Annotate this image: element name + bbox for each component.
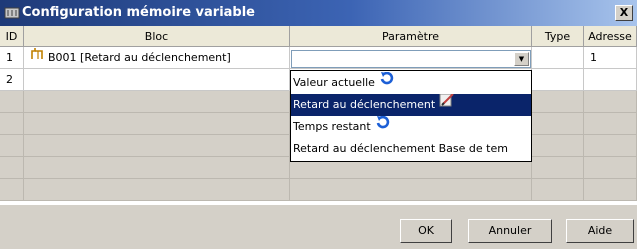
column-header-adresse[interactable]: Adresse (584, 26, 637, 47)
ok-button[interactable]: OK (400, 219, 452, 243)
option-retard-base-temps[interactable]: Retard au déclenchement Base de tem (291, 138, 531, 160)
option-label: Valeur actuelle (293, 76, 375, 89)
window-title: Configuration mémoire variable (22, 5, 256, 20)
option-label: Temps restant (293, 120, 371, 133)
row-bloc-label: B001 [Retard au déclenchement] (48, 51, 231, 64)
config-dialog: Configuration mémoire variable X ID Bloc… (0, 0, 637, 249)
option-retard-declenchement[interactable]: Retard au déclenchement (291, 94, 531, 116)
column-header-type[interactable]: Type (532, 26, 584, 47)
title-bar[interactable]: Configuration mémoire variable X (0, 0, 637, 26)
row-id: 1 (0, 47, 24, 69)
chevron-down-icon[interactable]: ▼ (514, 52, 529, 66)
parametre-combo[interactable]: ▼ (291, 50, 531, 68)
option-label: Retard au déclenchement (293, 98, 436, 111)
empty-row (0, 179, 637, 201)
app-icon (4, 5, 20, 21)
row-type (532, 69, 584, 91)
row-id: 2 (0, 69, 24, 91)
refresh-icon (375, 116, 391, 138)
option-valeur-actuelle[interactable]: Valeur actuelle (291, 72, 531, 94)
row-adresse (584, 69, 637, 91)
option-temps-restant[interactable]: Temps restant (291, 116, 531, 138)
column-header-bloc[interactable]: Bloc (24, 26, 290, 47)
parametre-dropdown-list: Valeur actuelle Retard au déclenchement … (290, 70, 532, 162)
row-adresse: 1 (584, 47, 637, 69)
row-type (532, 47, 584, 69)
row-bloc: B001 [Retard au déclenchement] (24, 47, 290, 69)
option-label: Retard au déclenchement Base de tem (293, 142, 508, 155)
column-header-parametre[interactable]: Paramètre (290, 26, 532, 47)
dialog-footer: OK Annuler Aide (0, 204, 637, 249)
row-bloc (24, 69, 290, 91)
cancel-button[interactable]: Annuler (468, 219, 552, 243)
refresh-icon (379, 72, 395, 94)
column-header-id[interactable]: ID (0, 26, 24, 47)
help-button[interactable]: Aide (566, 219, 634, 243)
close-button[interactable]: X (615, 5, 633, 21)
function-block-icon (30, 47, 44, 68)
edit-icon (439, 94, 455, 116)
